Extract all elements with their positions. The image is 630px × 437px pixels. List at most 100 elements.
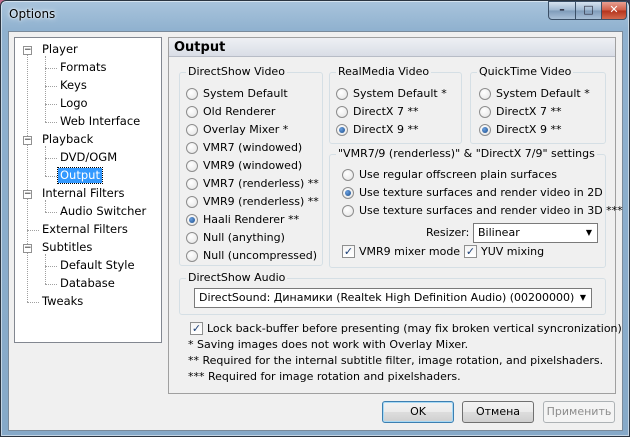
radio-label: DirectX 9 **: [496, 123, 562, 136]
radio-label: Use regular offscreen plain surfaces: [359, 168, 557, 181]
directshow-audio-group: DirectShow Audio DirectSound: Динамики (…: [179, 271, 606, 315]
chevron-down-icon: ▼: [585, 228, 593, 237]
radio-circle: [186, 160, 198, 172]
tree-line: [45, 86, 57, 87]
tree-item-keys[interactable]: Keys: [58, 78, 89, 93]
cancel-button[interactable]: Отмена: [462, 401, 534, 423]
radio-label: DirectX 9 **: [353, 123, 419, 136]
note-1: * Saving images does not work with Overl…: [188, 338, 469, 351]
radio-label: DirectX 7 **: [496, 105, 562, 118]
radio-label: System Default *: [353, 87, 447, 100]
radio-circle: [336, 106, 348, 118]
tree-line: [45, 158, 57, 159]
radio-circle: [186, 124, 198, 136]
page-title: Output: [169, 38, 615, 57]
realmedia-video-label: RealMedia Video: [336, 65, 432, 78]
radio-label: System Default *: [496, 87, 590, 100]
chevron-down-icon: ▼: [579, 293, 587, 302]
tree-item-tweaks[interactable]: Tweaks: [40, 294, 85, 309]
radio-circle: [342, 205, 354, 217]
radio-label: VMR7 (renderless) **: [203, 177, 319, 190]
tree-expander-icon[interactable]: −: [23, 190, 32, 199]
radio-circle: [186, 178, 198, 190]
renderless-settings-label: "VMR7/9 (renderless)" & "DirectX 7/9" se…: [336, 147, 597, 160]
checkbox-box: ✓: [190, 322, 203, 335]
tree-item-default-style[interactable]: Default Style: [58, 258, 137, 273]
radio-label: DirectX 7 **: [353, 105, 419, 118]
audio-device-value: DirectSound: Динамики (Realtek High Defi…: [199, 291, 575, 304]
apply-button[interactable]: Применить: [543, 401, 615, 423]
tree-item-output[interactable]: Output: [57, 167, 103, 184]
tree-line: [45, 146, 46, 176]
ok-button[interactable]: OK: [382, 401, 454, 423]
tree-item-formats[interactable]: Formats: [58, 60, 109, 75]
radio-label: Null (anything): [203, 231, 285, 244]
resizer-value: Bilinear: [478, 226, 520, 239]
radio-circle: [186, 142, 198, 154]
directshow-audio-label: DirectShow Audio: [186, 271, 288, 284]
vmr9-mixer-label: VMR9 mixer mode: [359, 245, 461, 258]
radio-label: Overlay Mixer *: [203, 123, 289, 136]
tree-item-internal-filters[interactable]: Internal Filters: [40, 186, 126, 201]
tree-item-external-filters[interactable]: External Filters: [40, 222, 130, 237]
tree-line: [45, 56, 46, 122]
tree-item-web-interface[interactable]: Web Interface: [58, 114, 142, 129]
radio-label: VMR7 (windowed): [203, 141, 303, 154]
tree-line: [45, 104, 57, 105]
radio-label: Haali Renderer **: [203, 213, 300, 226]
tree-line: [27, 302, 39, 303]
tree-item-subtitles[interactable]: Subtitles: [40, 240, 94, 255]
tree-line: [27, 50, 28, 302]
quicktime-video-label: QuickTime Video: [477, 65, 574, 78]
resizer-select[interactable]: Bilinear ▼: [473, 223, 598, 243]
radio-label: Use texture surfaces and render video in…: [359, 186, 603, 199]
radio-circle: [479, 106, 491, 118]
tree-line: [45, 122, 57, 123]
radio-circle: [336, 124, 348, 136]
close-button[interactable]: ✕: [601, 1, 627, 20]
tree-expander-icon[interactable]: −: [23, 136, 32, 145]
tree-item-logo[interactable]: Logo: [58, 96, 90, 111]
tree-line: [45, 68, 57, 69]
resizer-label: Resizer:: [426, 226, 470, 239]
radio-circle: [342, 187, 354, 199]
tree-item-audio-switcher[interactable]: Audio Switcher: [58, 204, 148, 219]
checkbox-box: ✓: [342, 245, 355, 258]
audio-device-select[interactable]: DirectSound: Динамики (Realtek High Defi…: [194, 288, 592, 308]
note-3: *** Required for image rotation and pixe…: [188, 370, 461, 383]
radio-circle: [342, 169, 354, 181]
note-2: ** Required for the internal subtitle fi…: [188, 354, 604, 367]
radio-circle: [336, 88, 348, 100]
tree-item-dvd-ogm[interactable]: DVD/OGM: [58, 150, 119, 165]
radio-label: Null (uncompressed): [203, 249, 318, 262]
tree-line: [27, 230, 39, 231]
maximize-button[interactable]: □: [575, 1, 602, 20]
radio-circle: [479, 88, 491, 100]
tree-expander-icon[interactable]: −: [23, 244, 32, 253]
tree-expander-icon[interactable]: −: [23, 46, 32, 55]
tree-line: [45, 200, 46, 212]
radio-circle: [186, 250, 198, 262]
radio-circle: [186, 214, 198, 226]
renderless-settings-group: "VMR7/9 (renderless)" & "DirectX 7/9" se…: [329, 147, 623, 268]
tree-line: [45, 176, 57, 177]
radio-label: Use texture surfaces and render video in…: [359, 204, 623, 217]
tree-item-playback[interactable]: Playback: [40, 132, 95, 147]
directshow-video-label: DirectShow Video: [186, 65, 287, 78]
options-window: Options – □ ✕ − Player Formats Keys Logo Web …: [0, 0, 630, 437]
radio-circle: [186, 232, 198, 244]
directshow-video-group: DirectShow Video System Default Old Rende…: [179, 65, 323, 266]
minimize-button[interactable]: –: [548, 1, 576, 20]
radio-circle: [186, 88, 198, 100]
tree-item-player[interactable]: Player: [40, 42, 80, 57]
options-tree[interactable]: − Player Formats Keys Logo Web Interface − Play…: [14, 37, 162, 343]
tree-line: [45, 254, 46, 284]
title-bar[interactable]: Options – □ ✕: [1, 1, 629, 29]
radio-label: Old Renderer: [203, 105, 276, 118]
checkbox-box: ✓: [464, 245, 477, 258]
radio-label: VMR9 (renderless) **: [203, 195, 319, 208]
tree-line: [45, 266, 57, 267]
tree-item-database[interactable]: Database: [58, 276, 117, 291]
realmedia-video-group: RealMedia Video System Default * DirectX …: [329, 65, 462, 144]
tree-line: [45, 212, 57, 213]
